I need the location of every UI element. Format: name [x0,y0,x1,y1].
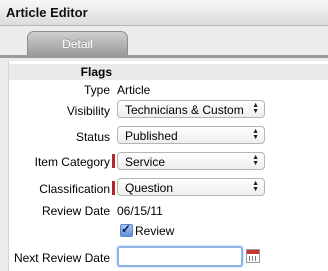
select-arrows-icon: ▲ ▼ [252,102,259,115]
calendar-icon[interactable] [246,249,260,263]
item-category-select-value: Service [125,155,166,169]
review-checkbox-label: Review [135,224,175,238]
next-review-date-input[interactable] [117,246,243,267]
visibility-select-value: Technicians & Customers [125,103,244,117]
classification-select[interactable]: Question ▲ ▼ [117,178,265,196]
review-checkbox[interactable] [120,222,133,237]
type-label: Type [83,83,110,97]
classification-label: Classification [39,182,110,196]
status-select[interactable]: Published ▲ ▼ [117,126,265,144]
window-titlebar: Article Editor [0,0,328,26]
classification-select-value: Question [125,181,174,195]
flags-section-label: Flags [80,65,112,79]
visibility-label: Visibility [66,104,110,118]
review-date-label: Review Date [41,204,110,218]
status-select-value: Published [125,129,178,143]
flags-section-header: Flags [9,64,328,80]
required-marker [112,154,115,168]
select-arrows-icon: ▲ ▼ [252,180,259,193]
item-category-select[interactable]: Service ▲ ▼ [117,152,265,170]
item-category-label: Item Category [34,155,110,169]
next-review-date-label: Next Review Date [13,251,110,265]
status-label: Status [75,130,110,144]
visibility-select[interactable]: Technicians & Customers ▲▼ [117,100,265,118]
select-arrows-icon: ▲ ▼ [252,154,259,167]
window-title: Article Editor [6,5,88,20]
select-arrows-icon: ▲ ▼ [252,128,259,141]
tab-underline [0,55,328,58]
tab-detail[interactable]: Detail [27,31,128,56]
review-date-value: 06/15/11 [117,204,163,218]
required-marker [112,181,115,195]
type-value: Article [117,83,151,97]
